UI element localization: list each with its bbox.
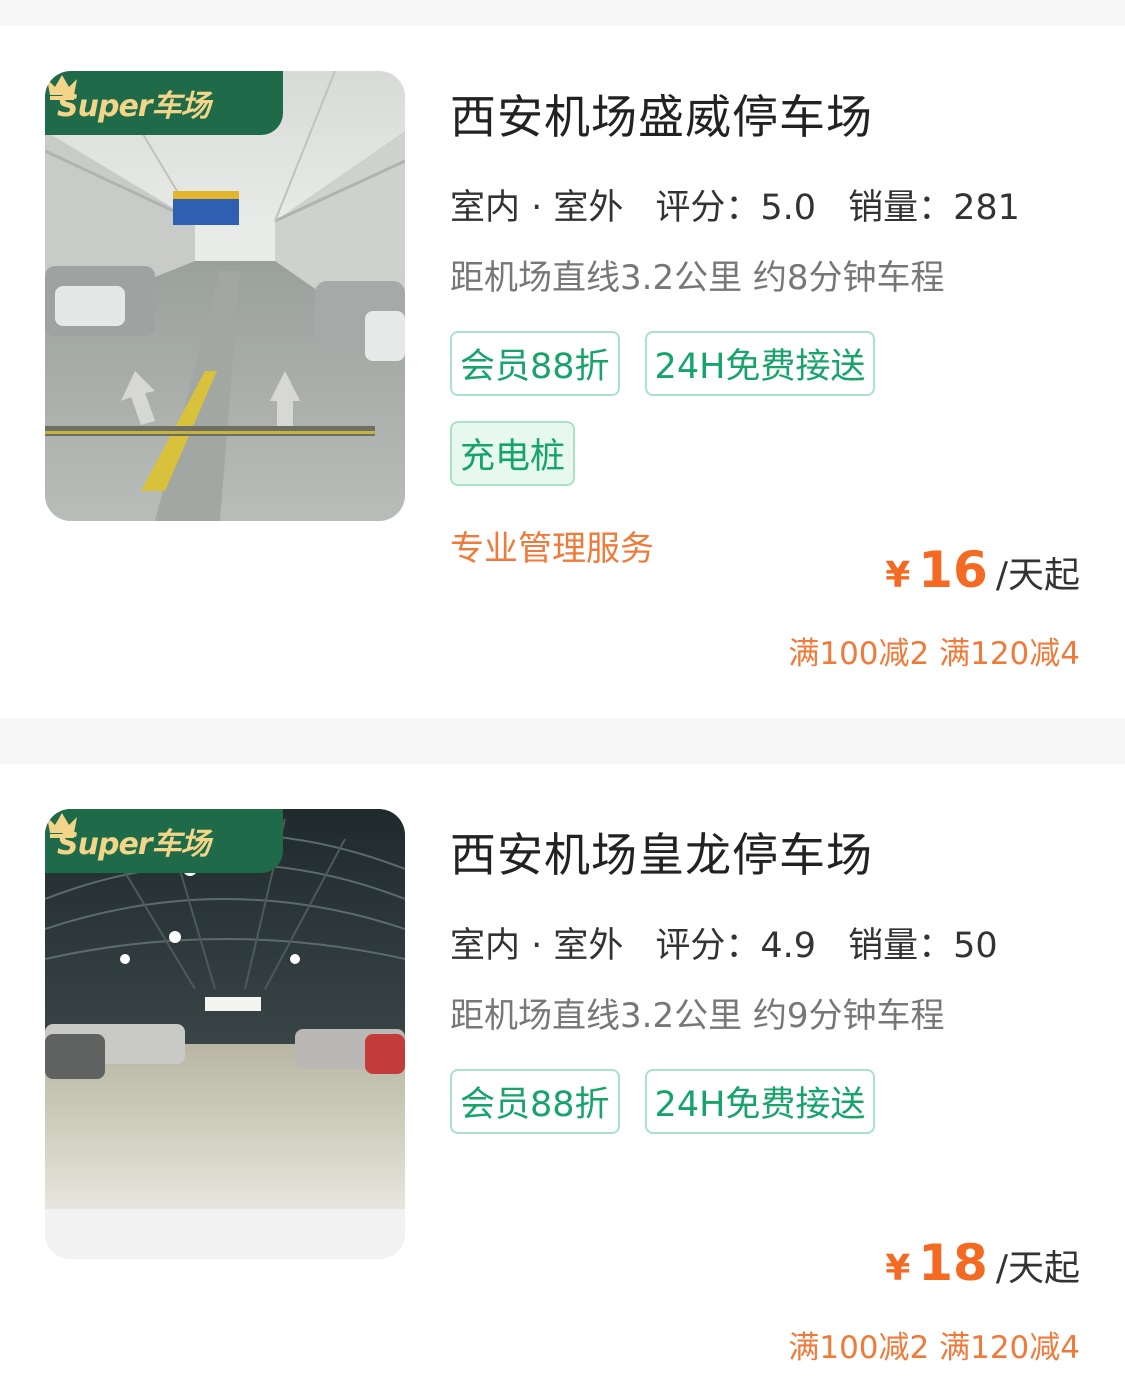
location-type: 室内 · 室外 — [448, 917, 626, 968]
badge-label: Super车场 — [57, 827, 211, 862]
parking-lot-name[interactable]: 西安机场皇龙停车场 — [450, 819, 873, 885]
price: ¥ 16 /天起 — [885, 541, 1080, 599]
tag-charging: 充电桩 — [450, 421, 576, 486]
sales-value: 281 — [953, 188, 1020, 228]
parking-lot-photo[interactable]: Super车场 — [45, 809, 405, 1259]
score: 评分：5.0 — [655, 179, 816, 230]
promo-text: 满100减2 满120减4 — [788, 1330, 1080, 1366]
distance-info: 距机场直线3.2公里 约8分钟车程 — [450, 258, 945, 298]
badge-label: Super车场 — [57, 89, 211, 124]
parking-lot-card[interactable]: Super车场 西安机场皇龙停车场 室内 · 室外 评分：4.9 销量：50 距… — [0, 764, 1125, 1393]
parking-lot-photo[interactable]: Super车场 — [45, 71, 405, 521]
service-note: 专业管理服务 — [450, 529, 654, 569]
tag-member-discount: 会员88折 — [450, 331, 620, 396]
garage-image — [45, 71, 405, 521]
tag-free-shuttle: 24H免费接送 — [644, 331, 876, 396]
tag-member-discount: 会员88折 — [450, 1069, 620, 1134]
distance-info: 距机场直线3.2公里 约9分钟车程 — [450, 996, 945, 1036]
location-type: 室内 · 室外 — [448, 179, 626, 230]
super-lot-badge: Super车场 — [45, 809, 283, 873]
score-value: 5.0 — [760, 188, 817, 228]
parking-lot-name[interactable]: 西安机场盛威停车场 — [450, 81, 873, 147]
price-unit: /天起 — [995, 555, 1080, 596]
score-label: 评分： — [655, 926, 761, 966]
crown-icon — [47, 75, 77, 100]
score-value: 4.9 — [760, 926, 817, 966]
location-type-text: 室内 · 室外 — [450, 926, 624, 966]
warehouse-image — [45, 809, 405, 1259]
price-unit: /天起 — [995, 1248, 1080, 1289]
parking-lot-meta: 室内 · 室外 评分：4.9 销量：50 — [448, 917, 998, 968]
sales-label: 销量： — [848, 188, 954, 228]
sales-label: 销量： — [848, 926, 954, 966]
parking-lot-list: Super车场 西安机场盛威停车场 室内 · 室外 评分：5.0 销量：281 … — [0, 0, 1125, 1393]
sales: 销量：50 — [848, 917, 998, 968]
price-value: 18 — [918, 1234, 988, 1292]
currency-symbol: ¥ — [885, 1248, 911, 1289]
crown-icon — [47, 813, 77, 838]
sales-value: 50 — [953, 926, 998, 966]
feature-tags: 会员88折 24H免费接送 充电桩 — [450, 331, 1010, 486]
super-lot-badge: Super车场 — [45, 71, 283, 135]
parking-lot-card[interactable]: Super车场 西安机场盛威停车场 室内 · 室外 评分：5.0 销量：281 … — [0, 26, 1125, 718]
score-label: 评分： — [655, 188, 761, 228]
price: ¥ 18 /天起 — [885, 1234, 1080, 1292]
score: 评分：4.9 — [655, 917, 816, 968]
feature-tags: 会员88折 24H免费接送 — [450, 1069, 1010, 1134]
location-type-text: 室内 · 室外 — [450, 188, 624, 228]
parking-lot-meta: 室内 · 室外 评分：5.0 销量：281 — [448, 179, 1020, 230]
promo-text: 满100减2 满120减4 — [788, 636, 1080, 672]
price-value: 16 — [918, 541, 988, 599]
sales: 销量：281 — [848, 179, 1020, 230]
tag-free-shuttle: 24H免费接送 — [644, 1069, 876, 1134]
currency-symbol: ¥ — [885, 555, 911, 596]
